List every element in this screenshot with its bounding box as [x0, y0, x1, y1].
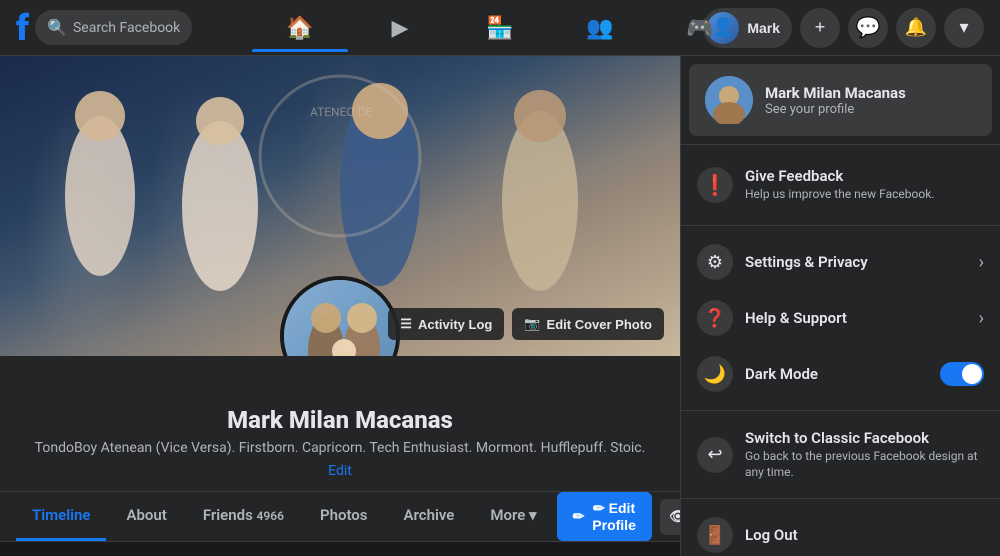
account-menu-button[interactable]: ▾ — [944, 8, 984, 48]
nav-left: f 🔍 Search Facebook — [16, 7, 192, 49]
settings-title: Settings & Privacy — [745, 253, 967, 271]
dropdown-panel: Mark Milan Macanas See your profile ❗ Gi… — [680, 56, 1000, 556]
darkmode-toggle[interactable] — [940, 362, 984, 386]
logout-icon: 🚪 — [697, 517, 733, 553]
divider-2 — [681, 225, 1000, 226]
home-icon: 🏠 — [286, 15, 313, 41]
avatar-photo — [284, 280, 396, 356]
profile-edit-bio-link[interactable]: Edit — [328, 463, 352, 479]
tab-archive[interactable]: Archive — [388, 492, 471, 541]
settings-arrow: › — [979, 252, 984, 273]
video-icon: ▶ — [392, 15, 409, 41]
nav-groups-button[interactable]: 👥 — [552, 4, 648, 52]
feedback-title: Give Feedback — [745, 167, 984, 185]
messenger-icon: 💬 — [856, 15, 881, 40]
classic-title: Switch to Classic Facebook — [745, 429, 984, 447]
main-layout: ATENEO DE — [0, 56, 1000, 556]
gaming-icon: 🎮 — [686, 15, 713, 41]
help-arrow: › — [979, 308, 984, 329]
profile-avatar-area: 📷 — [280, 276, 400, 356]
search-icon: 🔍 — [47, 18, 67, 37]
bell-icon: 🔔 — [905, 17, 927, 38]
dropdown-profile-sub: See your profile — [765, 102, 906, 117]
nav-center-items: 🏠 ▶ 🏪 👥 🎮 — [252, 4, 748, 52]
darkmode-icon: 🌙 — [697, 356, 733, 392]
plus-icon: + — [815, 17, 826, 38]
dropdown-logout-item[interactable]: 🚪 Log Out — [681, 507, 1000, 556]
activity-log-icon: ☰ — [400, 316, 412, 332]
profile-nav-name: Mark — [747, 20, 780, 36]
dropdown-feedback-item[interactable]: ❗ Give Feedback Help us improve the new … — [681, 157, 1000, 213]
svg-text:ATENEO DE: ATENEO DE — [310, 105, 373, 119]
settings-icon: ⚙ — [697, 244, 733, 280]
activity-log-button[interactable]: ☰ Activity Log — [388, 308, 504, 340]
chevron-down-icon: ▾ — [959, 17, 968, 38]
tab-photos[interactable]: Photos — [304, 492, 384, 541]
dropdown-settings-item[interactable]: ⚙ Settings & Privacy › — [681, 234, 1000, 290]
profile-bio: TondoBoy Atenean (Vice Versa). Firstborn… — [0, 440, 680, 456]
classic-icon: ↩ — [697, 437, 733, 473]
marketplace-icon: 🏪 — [486, 15, 513, 41]
profile-content: ATENEO DE — [0, 56, 680, 556]
profile-tabs: Timeline About Friends 4966 Photos Archi… — [0, 491, 680, 541]
tab-timeline[interactable]: Timeline — [16, 492, 106, 541]
search-bar[interactable]: 🔍 Search Facebook — [35, 10, 192, 45]
add-button[interactable]: + — [800, 8, 840, 48]
profile-body: Intro 🏢 Founder and Owner at TechPinas 🎓… — [0, 542, 680, 556]
tab-about[interactable]: About — [110, 492, 182, 541]
cover-photo-area: ATENEO DE — [0, 56, 680, 356]
edit-cover-icon: 📷 — [524, 316, 540, 332]
notifications-button[interactable]: 🔔 — [896, 8, 936, 48]
eye-icon: 👁 — [669, 508, 680, 525]
nav-marketplace-button[interactable]: 🏪 — [452, 4, 548, 52]
darkmode-title: Dark Mode — [745, 365, 928, 383]
classic-sub: Go back to the previous Facebook design … — [745, 449, 984, 480]
toggle-track[interactable] — [940, 362, 984, 386]
edit-profile-button[interactable]: ✏ ✏ Edit Profile — [557, 492, 652, 541]
dropdown-darkmode-item[interactable]: 🌙 Dark Mode — [681, 346, 1000, 402]
feedback-icon: ❗ — [697, 167, 733, 203]
divider-3 — [681, 410, 1000, 411]
nav-gaming-button[interactable]: 🎮 — [652, 4, 748, 52]
divider-4 — [681, 498, 1000, 499]
cover-overlay-buttons: ☰ Activity Log 📷 Edit Cover Photo — [388, 308, 664, 340]
profile-tab-actions: ✏ ✏ Edit Profile 👁 ☰ ••• — [557, 492, 680, 541]
avatar-svg — [284, 276, 396, 356]
tab-more[interactable]: More ▾ — [474, 492, 552, 541]
dropdown-profile-info: Mark Milan Macanas See your profile — [765, 84, 906, 117]
messenger-button[interactable]: 💬 — [848, 8, 888, 48]
dropdown-section-feedback: ❗ Give Feedback Help us improve the new … — [681, 153, 1000, 217]
dropdown-profile-item[interactable]: Mark Milan Macanas See your profile — [689, 64, 992, 136]
profile-avatar[interactable] — [280, 276, 400, 356]
dropdown-classic-item[interactable]: ↩ Switch to Classic Facebook Go back to … — [681, 419, 1000, 490]
edit-icon: ✏ — [573, 508, 585, 525]
profile-name: Mark Milan Macanas — [0, 406, 680, 434]
profile-info-section: Mark Milan Macanas TondoBoy Atenean (Vic… — [0, 356, 680, 542]
search-placeholder: Search Facebook — [73, 20, 180, 36]
feedback-sub: Help us improve the new Facebook. — [745, 187, 984, 203]
dropdown-profile-name: Mark Milan Macanas — [765, 84, 906, 102]
dropdown-profile-avatar — [705, 76, 753, 124]
logout-title: Log Out — [745, 526, 984, 544]
top-navigation: f 🔍 Search Facebook 🏠 ▶ 🏪 👥 🎮 👤 Mark — [0, 0, 1000, 56]
nav-home-button[interactable]: 🏠 — [252, 4, 348, 52]
tab-friends[interactable]: Friends 4966 — [187, 492, 300, 541]
help-title: Help & Support — [745, 309, 967, 327]
dropdown-help-item[interactable]: ❓ Help & Support › — [681, 290, 1000, 346]
visibility-button[interactable]: 👁 — [660, 499, 680, 535]
help-icon: ❓ — [697, 300, 733, 336]
edit-cover-button[interactable]: 📷 Edit Cover Photo — [512, 308, 664, 340]
nav-video-button[interactable]: ▶ — [352, 4, 448, 52]
facebook-logo[interactable]: f — [16, 7, 27, 49]
divider-1 — [681, 144, 1000, 145]
dropdown-avatar-svg — [705, 76, 753, 124]
groups-icon: 👥 — [586, 15, 613, 41]
